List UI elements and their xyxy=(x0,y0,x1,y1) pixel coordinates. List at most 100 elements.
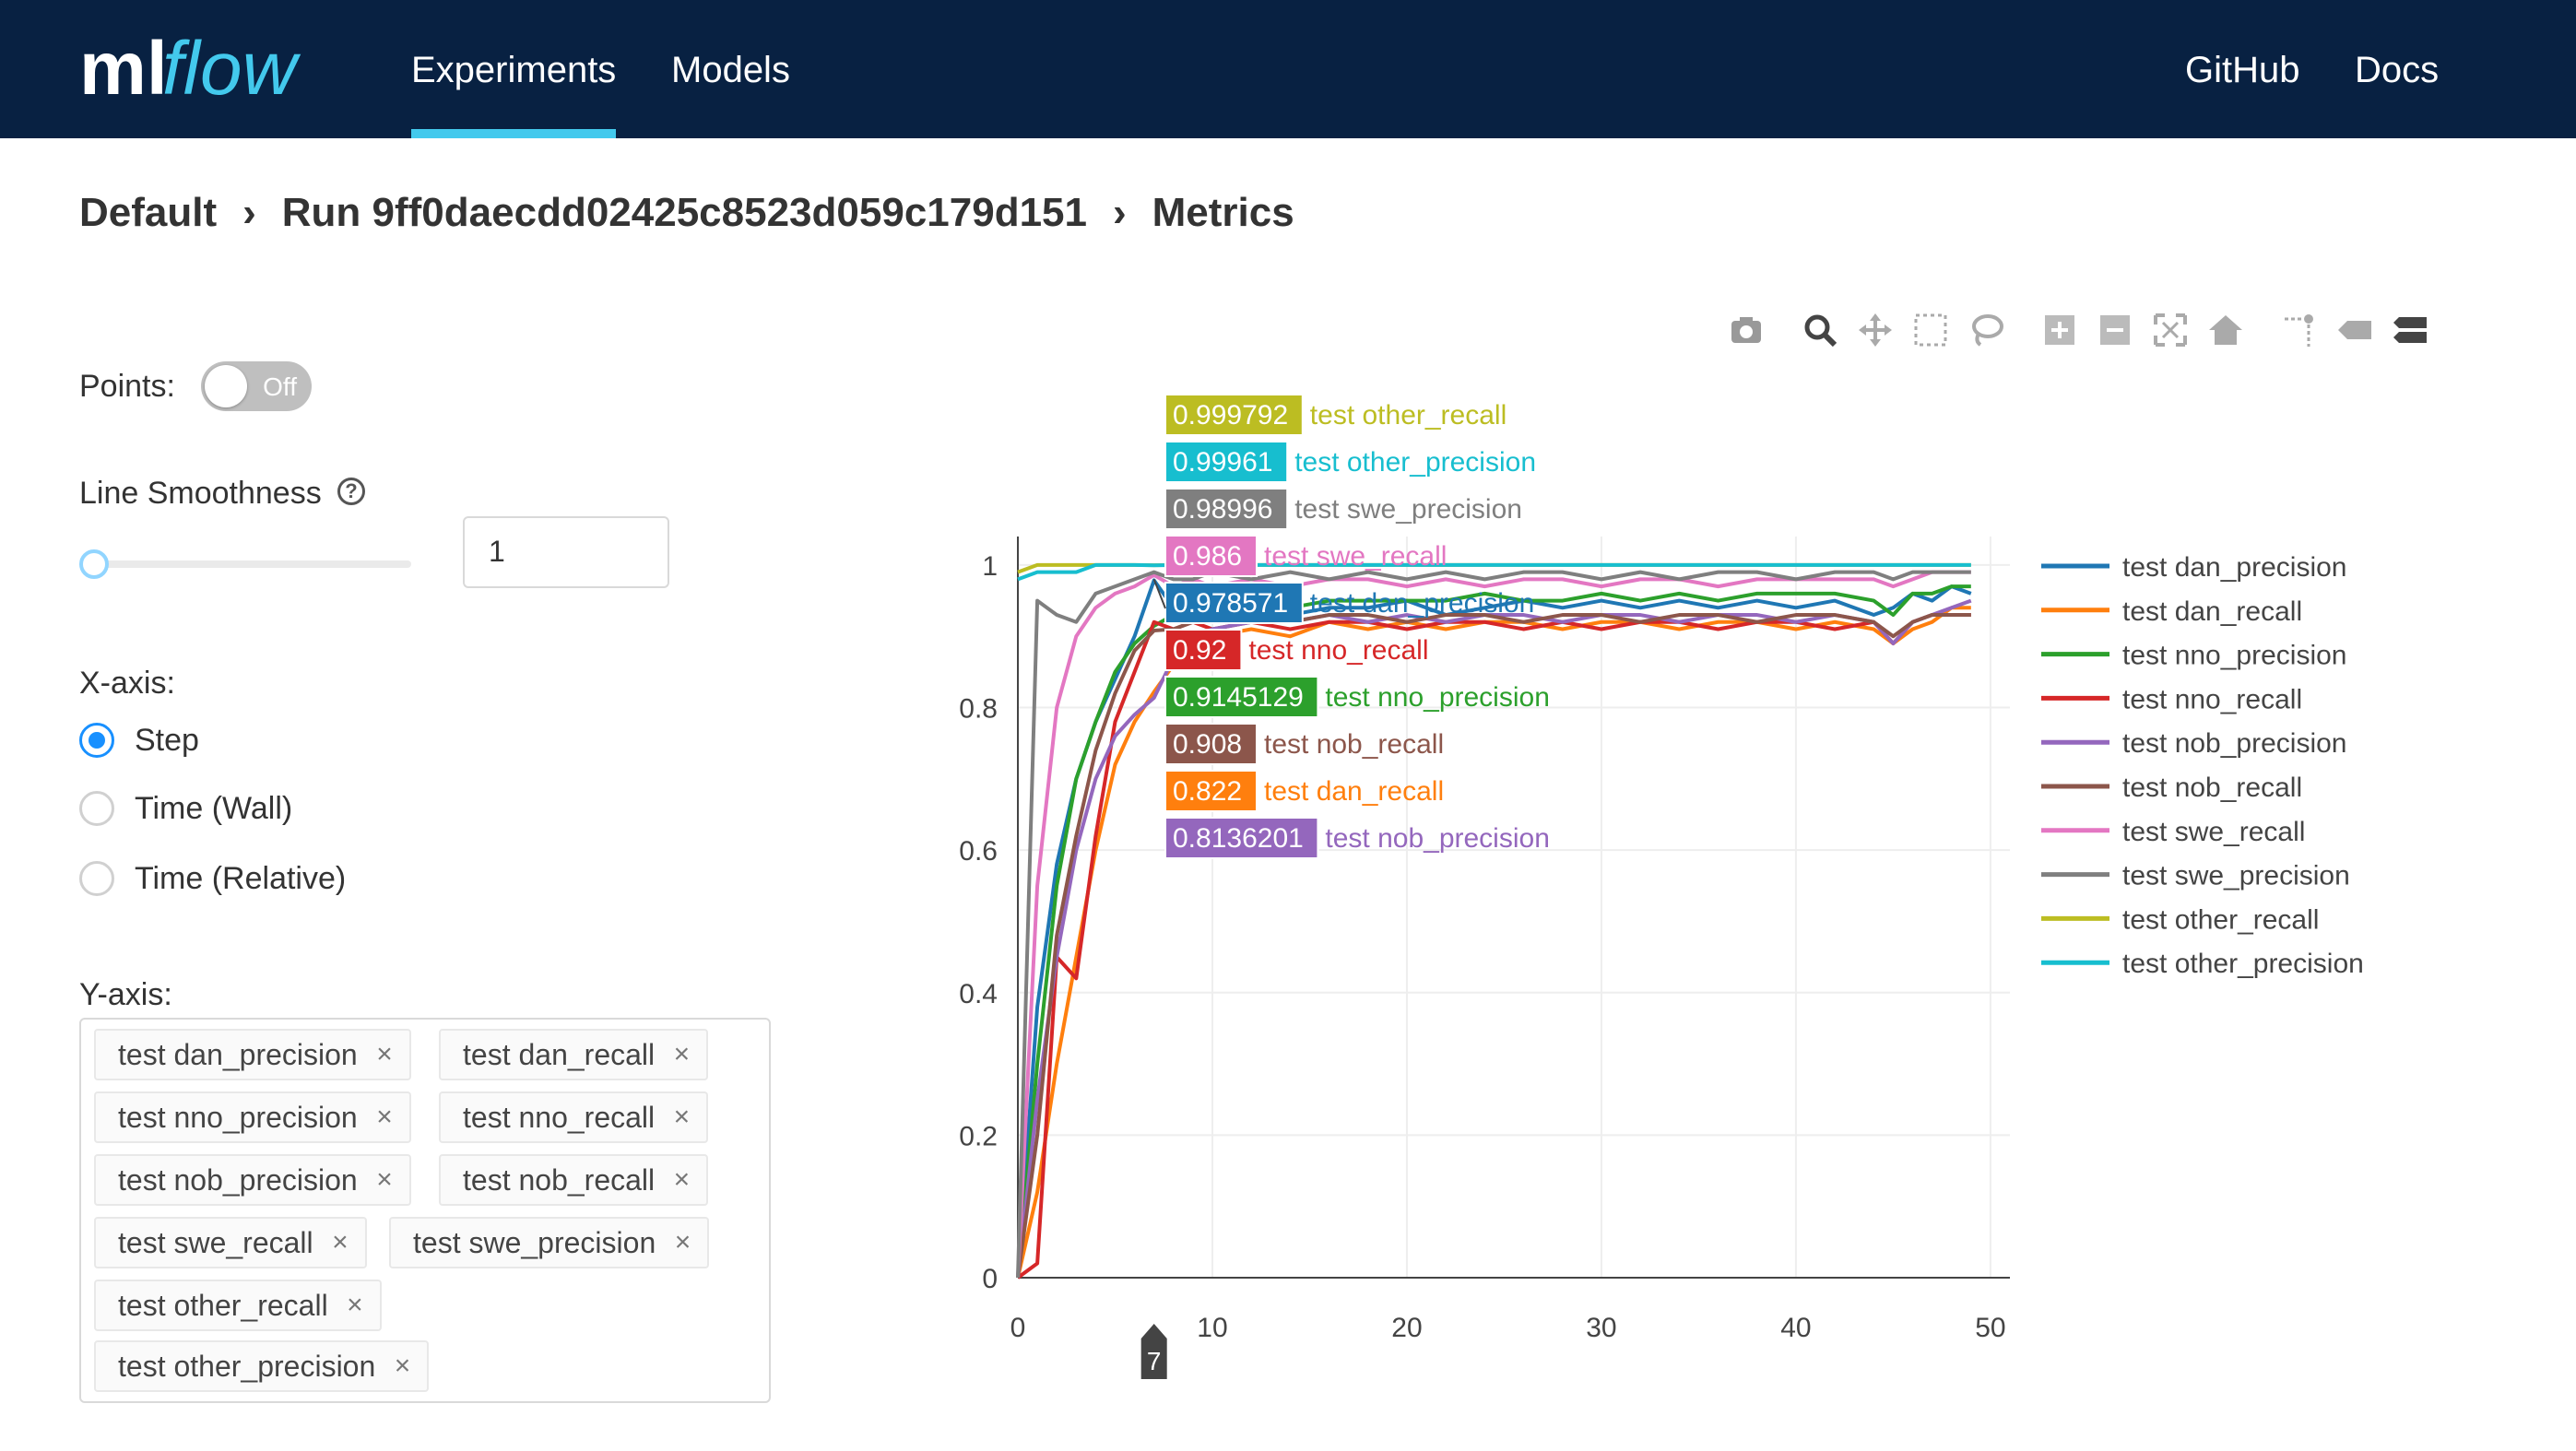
yaxis-tag-label: test nno_precision xyxy=(118,1101,358,1134)
yaxis-tag-label: test swe_precision xyxy=(413,1226,656,1259)
series-line xyxy=(1016,613,1971,1279)
radio-time-wall[interactable] xyxy=(79,791,114,826)
svg-text:ml: ml xyxy=(79,27,168,111)
hover-value-box xyxy=(1164,535,1258,577)
hover-value: 0.986 xyxy=(1173,541,1242,572)
zoom-icon[interactable] xyxy=(1800,310,1840,350)
mlflow-logo[interactable]: ml flow xyxy=(79,15,328,124)
hover-series-name: test nno_precision xyxy=(1325,682,1550,713)
active-nav-indicator xyxy=(411,129,616,138)
y-tick-label: 0.4 xyxy=(959,979,998,1009)
box-select-icon[interactable] xyxy=(1910,310,1951,350)
yaxis-tag: test dan_recall × xyxy=(439,1029,709,1080)
x-tick-label: 0 xyxy=(1010,1313,1026,1343)
remove-tag-icon[interactable]: × xyxy=(674,1093,691,1141)
radio-step-label[interactable]: Step xyxy=(135,723,199,759)
pan-icon[interactable] xyxy=(1855,310,1896,350)
hover-value-box xyxy=(1164,723,1258,765)
remove-tag-icon[interactable]: × xyxy=(674,1156,691,1204)
smoothness-input[interactable]: 1 xyxy=(463,516,669,588)
series-line xyxy=(1016,584,1971,1279)
x-tick-label: 10 xyxy=(1197,1313,1227,1343)
yaxis-label: Y-axis: xyxy=(79,977,172,1012)
hover-closest-icon[interactable] xyxy=(2334,310,2375,350)
radio-time-relative-label[interactable]: Time (Relative) xyxy=(135,861,346,897)
x-tick-label: 30 xyxy=(1586,1313,1616,1343)
breadcrumb-page: Metrics xyxy=(1152,190,1294,235)
xaxis-label: X-axis: xyxy=(79,666,175,701)
yaxis-tag: test nob_recall × xyxy=(439,1154,709,1206)
nav-github[interactable]: GitHub xyxy=(2185,50,2300,91)
yaxis-tag-label: test other_precision xyxy=(118,1350,376,1383)
smoothness-slider-rail[interactable] xyxy=(92,560,411,568)
reset-axes-icon[interactable] xyxy=(2205,310,2246,350)
breadcrumb: Default › Run 9ff0daecdd02425c8523d059c179… xyxy=(79,190,1294,236)
breadcrumb-experiment[interactable]: Default xyxy=(79,190,217,235)
nav-experiments[interactable]: Experiments xyxy=(411,50,616,91)
toggle-knob xyxy=(205,365,247,407)
legend-label: test nno_precision xyxy=(2122,641,2347,671)
yaxis-tag-label: test dan_recall xyxy=(463,1038,656,1071)
zoom-in-icon[interactable] xyxy=(2039,310,2080,350)
hover-compare-icon[interactable] xyxy=(2390,310,2430,350)
smoothness-slider-handle[interactable] xyxy=(79,549,109,579)
yaxis-tag-label: test nob_precision xyxy=(118,1163,358,1197)
zoom-out-icon[interactable] xyxy=(2095,310,2135,350)
yaxis-tag: test other_recall × xyxy=(94,1280,382,1331)
remove-tag-icon[interactable]: × xyxy=(376,1031,393,1079)
y-tick-label: 0 xyxy=(982,1264,998,1294)
x-tick-label: 50 xyxy=(1975,1313,2005,1343)
yaxis-tag-label: test other_recall xyxy=(118,1289,328,1322)
chevron-right-icon: › xyxy=(1113,190,1127,235)
remove-tag-icon[interactable]: × xyxy=(347,1281,363,1329)
help-icon[interactable]: ? xyxy=(337,478,365,505)
remove-tag-icon[interactable]: × xyxy=(376,1156,393,1204)
hover-value: 0.99961 xyxy=(1173,447,1272,478)
spike-lines-icon[interactable] xyxy=(2279,310,2320,350)
y-tick-label: 0.8 xyxy=(959,694,998,725)
legend-label: test nob_recall xyxy=(2122,773,2302,803)
x-tick-label: 40 xyxy=(1780,1313,1811,1343)
nav-models[interactable]: Models xyxy=(671,50,790,91)
hover-value: 0.8136201 xyxy=(1173,823,1304,854)
autoscale-icon[interactable] xyxy=(2150,310,2191,350)
hover-series-name: test dan_recall xyxy=(1264,776,1444,807)
series-line xyxy=(1016,570,1971,1279)
hover-series-name: test nob_precision xyxy=(1325,823,1550,854)
nav-docs[interactable]: Docs xyxy=(2355,50,2439,91)
remove-tag-icon[interactable]: × xyxy=(675,1219,691,1267)
chevron-right-icon: › xyxy=(242,190,256,235)
legend-label: test dan_precision xyxy=(2122,552,2347,583)
remove-tag-icon[interactable]: × xyxy=(674,1031,691,1079)
radio-time-wall-label[interactable]: Time (Wall) xyxy=(135,791,292,827)
breadcrumb-run[interactable]: Run 9ff0daecdd02425c8523d059c179d151 xyxy=(282,190,1087,235)
hover-connector xyxy=(1152,579,1166,609)
yaxis-tag: test nno_precision × xyxy=(94,1091,411,1143)
hover-value-box xyxy=(1164,770,1258,812)
legend-label: test nob_precision xyxy=(2122,728,2347,759)
hover-value: 0.978571 xyxy=(1173,588,1288,619)
remove-tag-icon[interactable]: × xyxy=(332,1219,349,1267)
remove-tag-icon[interactable]: × xyxy=(376,1093,393,1141)
yaxis-tag: test swe_recall × xyxy=(94,1217,367,1268)
hover-series-name: test nob_recall xyxy=(1264,729,1444,760)
radio-time-relative[interactable] xyxy=(79,861,114,896)
hover-value-box xyxy=(1164,582,1304,624)
points-toggle[interactable]: Off xyxy=(201,361,312,411)
hover-value-box xyxy=(1164,629,1243,671)
hover-x-badge xyxy=(1140,1324,1167,1379)
radio-step[interactable] xyxy=(79,723,114,758)
hover-series-name: test other_recall xyxy=(1310,400,1507,431)
yaxis-tag: test swe_precision × xyxy=(389,1217,710,1268)
remove-tag-icon[interactable]: × xyxy=(395,1342,411,1390)
hover-value-box xyxy=(1164,676,1319,718)
hover-value: 0.98996 xyxy=(1173,494,1272,525)
lasso-icon[interactable] xyxy=(1966,310,2006,350)
y-tick-label: 0.2 xyxy=(959,1121,998,1151)
camera-icon[interactable] xyxy=(1726,310,1767,350)
hover-value: 0.92 xyxy=(1173,635,1226,666)
hover-value-box xyxy=(1164,488,1289,530)
yaxis-tag: test dan_precision × xyxy=(94,1029,411,1080)
series-line xyxy=(1016,606,1971,1279)
series-line xyxy=(1016,570,1971,1279)
